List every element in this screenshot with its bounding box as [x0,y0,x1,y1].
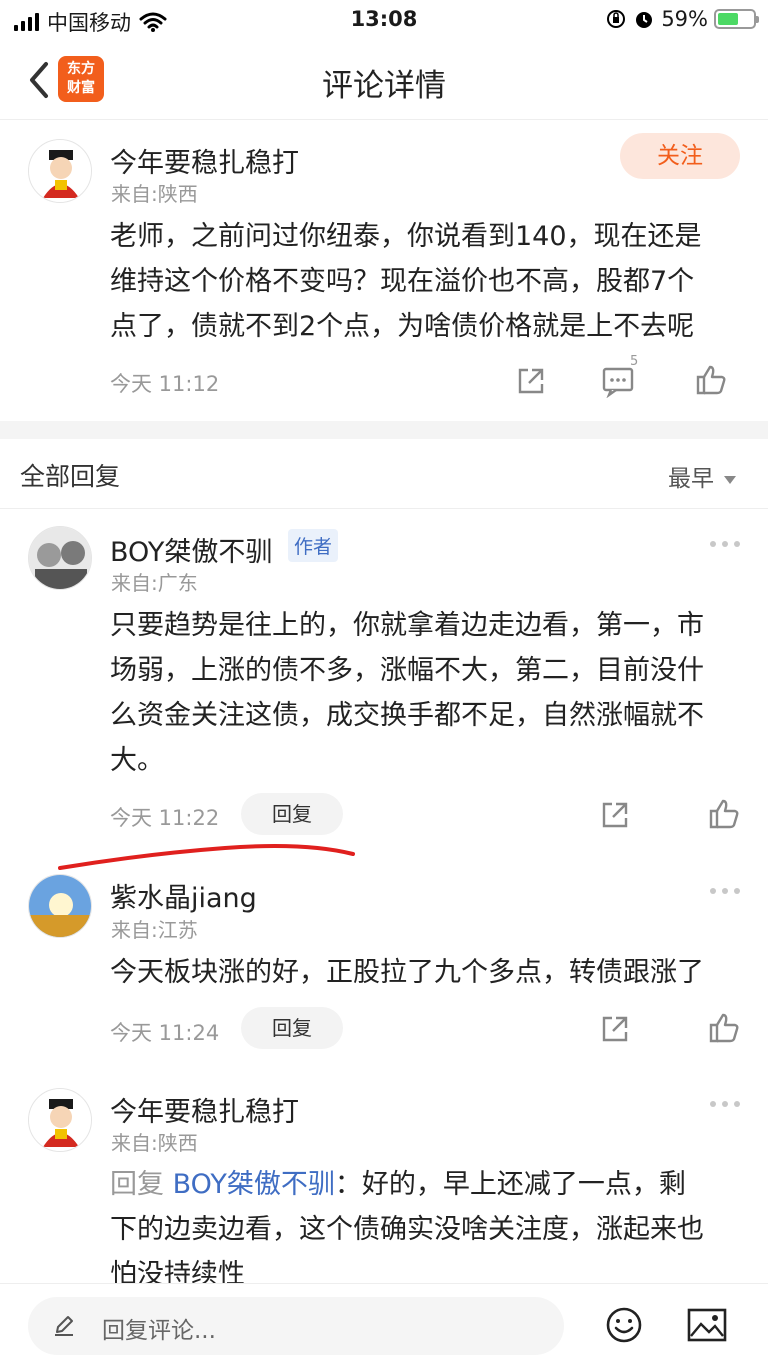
reply-prefix: 回复 [110,1169,173,1200]
section-divider [0,421,768,439]
reply-text: 回复 BOY桀傲不驯：好的，早上还减了一点，剩 下的边卖边看，这个债确实没啥关注… [110,1169,704,1283]
follow-button[interactable]: 关注 [620,133,740,179]
author-tag: 作者 [288,529,339,562]
comment-icon[interactable] [601,364,635,398]
location-label: 来自:陕西 [111,1131,198,1155]
comment-count-badge: 5 [630,354,639,369]
emoji-icon[interactable] [605,1306,643,1344]
more-icon[interactable] [710,539,740,549]
reply-button[interactable]: 回复 [241,1007,343,1049]
more-icon[interactable] [710,886,740,896]
reply-item: BOY桀傲不驯 作者 来自:广东 只要趋势是往上的，你就拿着边走边看，第一，市 … [0,510,768,840]
page-title: 评论详情 [322,68,446,104]
reply-item: 紫水晶jiang 来自:江苏 今天板块涨的好，正股拉了九个多点，转债跟涨了 今天… [0,858,768,1068]
main-comment: 今年要稳扎稳打 来自:陕西 关注 老师，之前问过你纽泰，你说看到140，现在还是… [0,121,768,421]
more-icon[interactable] [710,1099,740,1109]
reply-text: 只要趋势是往上的，你就拿着边走边看，第一，市 场弱，上涨的债不多，涨幅不大，第二… [110,610,704,776]
avatar[interactable] [28,874,92,938]
username[interactable]: 今年要稳扎稳打 [110,141,299,180]
reply-input[interactable]: 回复评论... [28,1297,564,1355]
comment-text: 老师，之前问过你纽泰，你说看到140，现在还是 维持这个价格不变吗？现在溢价也不… [110,221,702,342]
bottom-input-bar: 回复评论... [0,1283,768,1367]
share-icon[interactable] [598,798,632,832]
image-icon[interactable] [687,1308,727,1342]
reply-time: 今天 11:24 [110,1021,220,1045]
pen-icon [55,1316,73,1336]
avatar[interactable] [28,1088,92,1152]
location-label: 来自:广东 [111,571,198,595]
location-label: 来自:陕西 [111,182,198,206]
username[interactable]: 紫水晶jiang [110,876,257,915]
reply-input-placeholder: 回复评论... [102,1318,216,1344]
avatar-image [29,527,91,589]
reply-text: 今天板块涨的好，正股拉了九个多点，转债跟涨了 [110,957,704,988]
location-label: 来自:江苏 [111,918,198,942]
battery-icon [714,9,759,29]
sort-dropdown[interactable]: 最早 [668,459,736,493]
caret-down-icon [724,475,736,484]
like-icon[interactable] [707,1011,741,1045]
avatar-image [29,1089,91,1151]
share-icon[interactable] [514,364,548,398]
reply-button[interactable]: 回复 [241,793,343,835]
reply-time: 今天 11:22 [110,806,220,830]
comment-time: 今天 11:12 [110,372,220,396]
avatar[interactable] [28,139,92,203]
orientation-lock-icon [607,10,626,28]
status-bar: 中国移动 13:08 59% [0,0,768,40]
share-icon[interactable] [598,1012,632,1046]
alarm-icon [636,12,653,28]
nav-bar: 东方 财富 评论详情 [0,40,768,120]
username[interactable]: BOY桀傲不驯 [110,530,272,569]
reply-to-link[interactable]: BOY桀傲不驯 [173,1169,335,1200]
replies-header: 全部回复 最早 [0,439,768,509]
like-icon[interactable] [707,797,741,831]
avatar-image [29,140,91,202]
reply-item: 今年要稳扎稳打 来自:陕西 回复 BOY桀傲不驯：好的，早上还减了一点，剩 下的… [0,1072,768,1283]
avatar-image [29,875,91,937]
battery-percent: 59% [661,7,708,31]
replies-title: 全部回复 [20,462,121,491]
like-icon[interactable] [694,363,728,397]
status-right: 59% [605,7,759,31]
username[interactable]: 今年要稳扎稳打 [110,1090,299,1129]
avatar[interactable] [28,526,92,590]
